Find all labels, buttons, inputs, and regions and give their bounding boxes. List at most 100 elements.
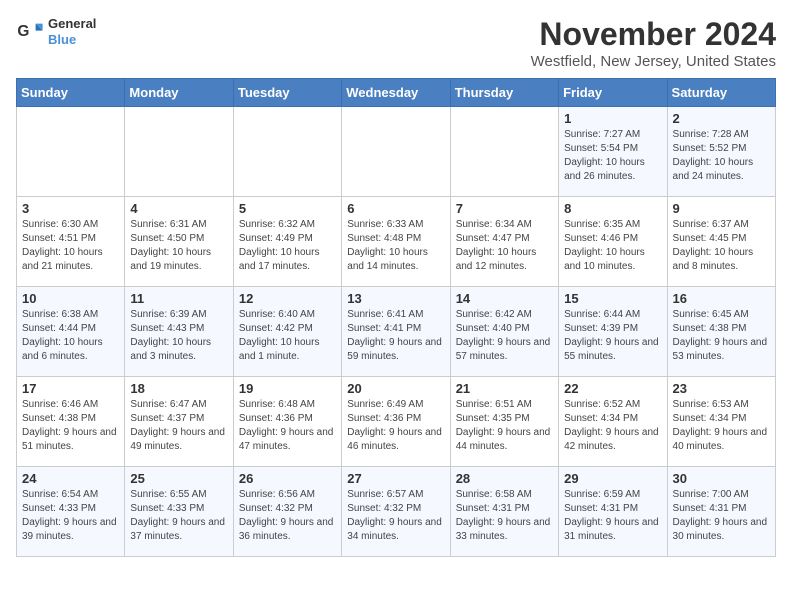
calendar-cell: 22Sunrise: 6:52 AM Sunset: 4:34 PM Dayli…: [559, 377, 667, 467]
day-header-tuesday: Tuesday: [233, 79, 341, 107]
day-info: Sunrise: 6:54 AM Sunset: 4:33 PM Dayligh…: [22, 488, 119, 544]
day-number: 16: [673, 291, 770, 306]
calendar-cell: 1Sunrise: 7:27 AM Sunset: 5:54 PM Daylig…: [559, 107, 667, 197]
day-info: Sunrise: 6:59 AM Sunset: 4:31 PM Dayligh…: [564, 488, 661, 544]
day-number: 17: [22, 381, 119, 396]
day-header-monday: Monday: [125, 79, 233, 107]
day-header-thursday: Thursday: [450, 79, 558, 107]
calendar-cell: [233, 107, 341, 197]
day-info: Sunrise: 6:30 AM Sunset: 4:51 PM Dayligh…: [22, 218, 119, 274]
day-info: Sunrise: 6:49 AM Sunset: 4:36 PM Dayligh…: [347, 398, 444, 454]
day-number: 30: [673, 471, 770, 486]
day-number: 8: [564, 201, 661, 216]
day-info: Sunrise: 6:51 AM Sunset: 4:35 PM Dayligh…: [456, 398, 553, 454]
day-info: Sunrise: 6:48 AM Sunset: 4:36 PM Dayligh…: [239, 398, 336, 454]
day-info: Sunrise: 6:44 AM Sunset: 4:39 PM Dayligh…: [564, 308, 661, 364]
day-number: 6: [347, 201, 444, 216]
location: Westfield, New Jersey, United States: [531, 53, 776, 70]
day-number: 2: [673, 111, 770, 126]
day-info: Sunrise: 6:37 AM Sunset: 4:45 PM Dayligh…: [673, 218, 770, 274]
day-number: 21: [456, 381, 553, 396]
day-header-sunday: Sunday: [17, 79, 125, 107]
day-info: Sunrise: 6:47 AM Sunset: 4:37 PM Dayligh…: [130, 398, 227, 454]
calendar-cell: 21 Sunrise: 6:51 AM Sunset: 4:35 PM Dayli…: [450, 377, 558, 467]
calendar-cell: 5 Sunrise: 6:32 AM Sunset: 4:49 PM Daylig…: [233, 197, 341, 287]
logo: G General Blue: [16, 16, 96, 47]
day-info: Sunrise: 6:32 AM Sunset: 4:49 PM Dayligh…: [239, 218, 336, 274]
calendar-week-2: 10 Sunrise: 6:38 AM Sunset: 4:44 PM Dayli…: [17, 287, 776, 377]
day-number: 5: [239, 201, 336, 216]
day-header-wednesday: Wednesday: [342, 79, 450, 107]
day-number: 25: [130, 471, 227, 486]
day-number: 9: [673, 201, 770, 216]
day-info: Sunrise: 6:55 AM Sunset: 4:33 PM Dayligh…: [130, 488, 227, 544]
day-info: Sunrise: 6:46 AM Sunset: 4:38 PM Dayligh…: [22, 398, 119, 454]
day-info: Sunrise: 6:33 AM Sunset: 4:48 PM Dayligh…: [347, 218, 444, 274]
title-area: November 2024 Westfield, New Jersey, Uni…: [531, 16, 776, 70]
calendar-cell: 14 Sunrise: 6:42 AM Sunset: 4:40 PM Dayli…: [450, 287, 558, 377]
day-info: Sunrise: 6:38 AM Sunset: 4:44 PM Dayligh…: [22, 308, 119, 364]
day-info: Sunrise: 6:39 AM Sunset: 4:43 PM Dayligh…: [130, 308, 227, 364]
calendar-cell: [450, 107, 558, 197]
day-info: Sunrise: 7:28 AM Sunset: 5:52 PM Dayligh…: [673, 128, 770, 184]
day-number: 3: [22, 201, 119, 216]
day-number: 29: [564, 471, 661, 486]
day-info: Sunrise: 6:45 AM Sunset: 4:38 PM Dayligh…: [673, 308, 770, 364]
day-number: 18: [130, 381, 227, 396]
day-info: Sunrise: 6:58 AM Sunset: 4:31 PM Dayligh…: [456, 488, 553, 544]
calendar-week-3: 17 Sunrise: 6:46 AM Sunset: 4:38 PM Dayli…: [17, 377, 776, 467]
calendar-cell: 29 Sunrise: 6:59 AM Sunset: 4:31 PM Dayli…: [559, 467, 667, 557]
day-number: 24: [22, 471, 119, 486]
day-number: 27: [347, 471, 444, 486]
logo-text: General Blue: [48, 16, 96, 47]
month-title: November 2024: [531, 16, 776, 53]
day-info: Sunrise: 6:31 AM Sunset: 4:50 PM Dayligh…: [130, 218, 227, 274]
calendar-week-0: 1Sunrise: 7:27 AM Sunset: 5:54 PM Daylig…: [17, 107, 776, 197]
day-number: 4: [130, 201, 227, 216]
day-number: 15: [564, 291, 661, 306]
calendar-body: 1Sunrise: 7:27 AM Sunset: 5:54 PM Daylig…: [17, 107, 776, 557]
calendar-cell: 7 Sunrise: 6:34 AM Sunset: 4:47 PM Daylig…: [450, 197, 558, 287]
calendar-cell: [342, 107, 450, 197]
calendar-cell: 10 Sunrise: 6:38 AM Sunset: 4:44 PM Dayli…: [17, 287, 125, 377]
calendar-cell: 24 Sunrise: 6:54 AM Sunset: 4:33 PM Dayli…: [17, 467, 125, 557]
calendar-cell: 19 Sunrise: 6:48 AM Sunset: 4:36 PM Dayli…: [233, 377, 341, 467]
calendar-cell: 13Sunrise: 6:41 AM Sunset: 4:41 PM Dayli…: [342, 287, 450, 377]
calendar-week-1: 3 Sunrise: 6:30 AM Sunset: 4:51 PM Daylig…: [17, 197, 776, 287]
calendar-cell: 30 Sunrise: 7:00 AM Sunset: 4:31 PM Dayli…: [667, 467, 775, 557]
day-number: 13: [347, 291, 444, 306]
day-number: 10: [22, 291, 119, 306]
day-number: 7: [456, 201, 553, 216]
calendar-cell: 15 Sunrise: 6:44 AM Sunset: 4:39 PM Dayli…: [559, 287, 667, 377]
day-number: 19: [239, 381, 336, 396]
calendar-cell: [125, 107, 233, 197]
svg-text:G: G: [17, 23, 29, 40]
calendar-cell: 17 Sunrise: 6:46 AM Sunset: 4:38 PM Dayli…: [17, 377, 125, 467]
day-info: Sunrise: 6:34 AM Sunset: 4:47 PM Dayligh…: [456, 218, 553, 274]
calendar-header-row: SundayMondayTuesdayWednesdayThursdayFrid…: [17, 79, 776, 107]
calendar-cell: 18 Sunrise: 6:47 AM Sunset: 4:37 PM Dayli…: [125, 377, 233, 467]
day-number: 26: [239, 471, 336, 486]
day-number: 22: [564, 381, 661, 396]
day-number: 1: [564, 111, 661, 126]
calendar-cell: 26 Sunrise: 6:56 AM Sunset: 4:32 PM Dayli…: [233, 467, 341, 557]
day-info: Sunrise: 6:40 AM Sunset: 4:42 PM Dayligh…: [239, 308, 336, 364]
day-number: 20: [347, 381, 444, 396]
calendar-cell: 16 Sunrise: 6:45 AM Sunset: 4:38 PM Dayli…: [667, 287, 775, 377]
calendar-cell: 28Sunrise: 6:58 AM Sunset: 4:31 PM Dayli…: [450, 467, 558, 557]
day-header-friday: Friday: [559, 79, 667, 107]
day-info: Sunrise: 7:00 AM Sunset: 4:31 PM Dayligh…: [673, 488, 770, 544]
calendar-table: SundayMondayTuesdayWednesdayThursdayFrid…: [16, 78, 776, 557]
calendar-cell: 4 Sunrise: 6:31 AM Sunset: 4:50 PM Daylig…: [125, 197, 233, 287]
day-info: Sunrise: 6:57 AM Sunset: 4:32 PM Dayligh…: [347, 488, 444, 544]
day-info: Sunrise: 6:56 AM Sunset: 4:32 PM Dayligh…: [239, 488, 336, 544]
day-info: Sunrise: 6:35 AM Sunset: 4:46 PM Dayligh…: [564, 218, 661, 274]
calendar-cell: 8 Sunrise: 6:35 AM Sunset: 4:46 PM Daylig…: [559, 197, 667, 287]
calendar-cell: 6 Sunrise: 6:33 AM Sunset: 4:48 PM Daylig…: [342, 197, 450, 287]
calendar-cell: 25 Sunrise: 6:55 AM Sunset: 4:33 PM Dayli…: [125, 467, 233, 557]
day-info: Sunrise: 6:42 AM Sunset: 4:40 PM Dayligh…: [456, 308, 553, 364]
calendar-cell: 23Sunrise: 6:53 AM Sunset: 4:34 PM Dayli…: [667, 377, 775, 467]
day-number: 14: [456, 291, 553, 306]
header: G General Blue November 2024 Westfield, …: [16, 16, 776, 70]
calendar-cell: 20 Sunrise: 6:49 AM Sunset: 4:36 PM Dayli…: [342, 377, 450, 467]
